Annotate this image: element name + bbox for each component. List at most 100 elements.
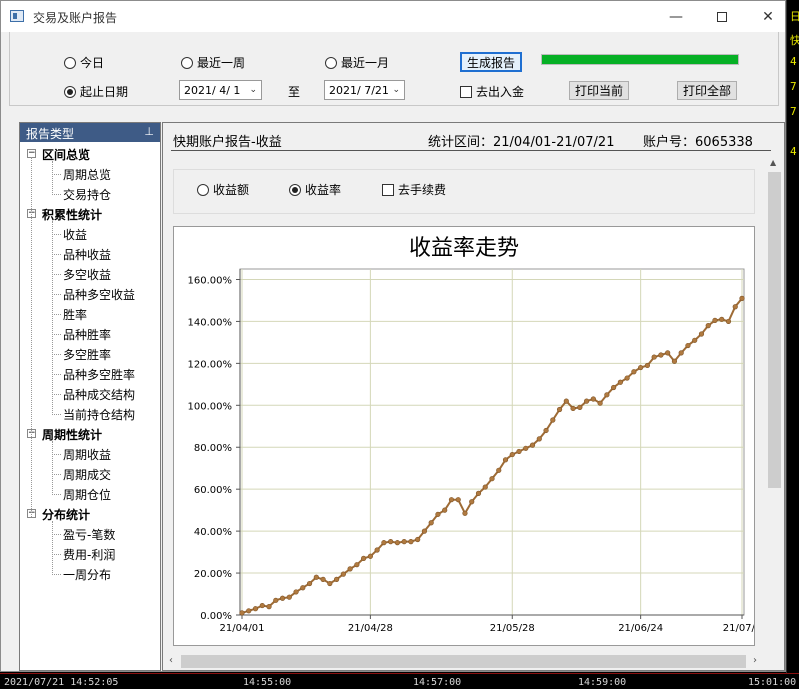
scroll-up-icon[interactable]: ▲ [770,158,776,167]
data-point [367,553,373,559]
data-point [259,602,265,609]
print-all-button[interactable]: 打印全部 [677,81,737,100]
close-button[interactable]: ✕ [745,1,791,32]
tree-connector [52,474,61,475]
radio-date-range[interactable]: 起止日期 [64,83,128,100]
y-tick-label: 20.00% [194,569,232,580]
title-bar[interactable]: 交易及账户报告 — ✕ [1,1,785,32]
generate-report-button[interactable]: 生成报告 [460,52,522,72]
data-point [347,566,353,572]
tree-group[interactable]: 分布统计 [42,506,90,523]
exclude-fee-label: 去手续费 [398,183,447,197]
maximize-button[interactable] [699,1,745,32]
tree-item[interactable]: 周期收益 [63,446,111,463]
vertical-scrollbar[interactable]: ▲ [766,155,783,646]
background-right-char: 4 [790,55,797,68]
tree-item[interactable]: 费用-利润 [63,546,115,563]
progress-fill [542,55,738,64]
data-point [455,497,461,503]
start-date-value: 2021/ 4/ 1 [184,83,241,97]
tree-connector [52,534,61,535]
y-tick-label: 140.00% [188,317,233,328]
exclude-deposit-checkbox[interactable]: 去出入金 [460,83,524,100]
tree-group[interactable]: 积累性统计 [42,206,102,223]
radio-week-label: 最近一周 [197,56,246,70]
data-point [320,576,326,582]
data-point [266,604,272,610]
horizontal-scrollbar[interactable]: ‹ › [165,653,765,670]
chart-options-panel: 收益额 收益率 去手续费 [173,169,755,214]
tree-item[interactable]: 一周分布 [63,566,111,583]
radio-last-week[interactable]: 最近一周 [181,54,245,71]
data-point [300,585,306,591]
report-range: 统计区间：21/04/01-21/07/21 [428,135,615,150]
tree-connector [52,554,61,555]
radio-today[interactable]: 今日 [64,54,104,71]
background-right-char: 快 [790,34,799,47]
y-tick-label: 120.00% [188,359,233,370]
tree-item[interactable]: 周期成交 [63,466,111,483]
data-point [306,580,313,587]
data-point [523,445,529,451]
data-point [732,304,738,310]
data-point [665,350,671,356]
x-tick-label: 21/07/2 [723,623,754,634]
tree-item[interactable]: 品种多空收益 [63,286,135,303]
end-date-value: 2021/ 7/21 [329,83,389,97]
sidebar-header: 报告类型 ⊥ [20,123,160,142]
tree-item[interactable]: 周期总览 [63,166,111,183]
data-point [354,562,360,568]
tree-connector [52,234,61,235]
scroll-left-icon[interactable]: ‹ [169,655,173,666]
tree-item[interactable]: 胜率 [63,306,87,323]
background-time-label: 14:57:00 [413,677,462,688]
tree-group[interactable]: 区间总览 [42,146,90,163]
end-date-picker[interactable]: 2021/ 7/21 ⌄ [324,80,405,100]
tree-item[interactable]: 多空收益 [63,266,111,283]
background-right-char: 4 [790,145,797,158]
tree-item[interactable]: 品种胜率 [63,326,111,343]
data-point [611,384,617,391]
data-point [333,576,340,582]
start-date-picker[interactable]: 2021/ 4/ 1 ⌄ [179,80,262,100]
scroll-right-icon[interactable]: › [753,655,757,666]
data-point [401,539,407,545]
tree-group[interactable]: 周期性统计 [42,426,102,443]
data-point [631,369,637,375]
data-point [617,379,623,385]
minimize-button[interactable]: — [653,1,699,32]
print-current-button[interactable]: 打印当前 [569,81,629,100]
data-point [374,547,380,553]
tree-item[interactable]: 交易持仓 [63,186,111,203]
tree-item[interactable]: 多空胜率 [63,346,111,363]
data-point [415,536,421,543]
data-point [516,448,522,455]
tree-item[interactable]: 周期仓位 [63,486,111,503]
radio-last-month[interactable]: 最近一月 [325,54,389,71]
tree-item[interactable]: 收益 [63,226,87,243]
radio-profit-rate[interactable]: 收益率 [289,181,341,198]
tree-item[interactable]: 当前持仓结构 [63,406,135,423]
background-time-label: 15:01:00 [748,677,797,688]
vertical-scroll-thumb[interactable] [768,172,781,488]
exclude-fee-checkbox[interactable]: 去手续费 [382,181,446,198]
plot-area [239,268,745,616]
progress-bar [541,54,739,65]
tree-item[interactable]: 品种多空胜率 [63,366,135,383]
tree-item[interactable]: 盈亏-笔数 [63,526,115,543]
minimize-icon: — [669,8,683,25]
data-point [388,539,394,545]
radio-profit-amount[interactable]: 收益额 [197,181,249,198]
tree-item[interactable]: 品种收益 [63,246,111,263]
data-point [638,364,644,371]
tree-connector [52,494,61,495]
data-point [739,295,745,301]
tree-connector [52,174,61,175]
tree-connector [52,274,61,275]
data-point [577,404,583,410]
horizontal-scroll-thumb[interactable] [181,655,746,668]
pin-icon[interactable]: ⊥ [144,125,154,138]
tree-connector [52,354,61,355]
profit-amount-label: 收益额 [213,183,250,197]
tree-item[interactable]: 品种成交结构 [63,386,135,403]
